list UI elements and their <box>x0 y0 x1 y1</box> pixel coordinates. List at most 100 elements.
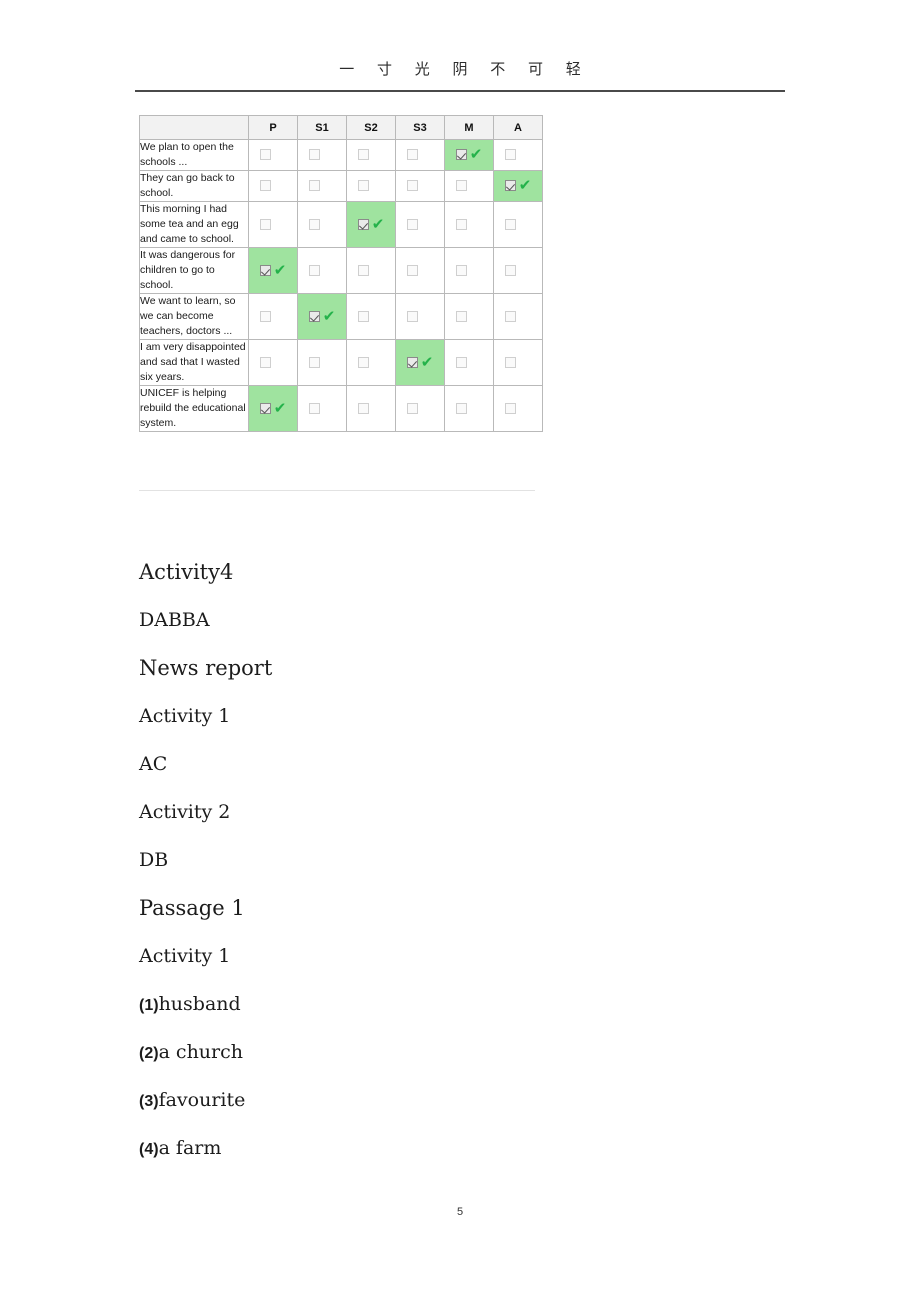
answer-cell-s1[interactable]: ✔ <box>297 385 347 432</box>
answer-cell-s1[interactable]: ✔ <box>297 139 347 171</box>
answer-cell-m[interactable]: ✔ <box>444 293 494 340</box>
answer-matrix-table: P S1 S2 S3 M A We plan to open the schoo… <box>139 115 543 432</box>
answer-word: a church <box>158 1041 244 1063</box>
checkbox-empty-icon[interactable] <box>455 356 467 368</box>
table-row: They can go back to school.✔✔✔✔✔✔ <box>139 170 543 202</box>
answer-line: DABBA <box>139 609 210 631</box>
answer-cell-p[interactable]: ✔ <box>248 139 298 171</box>
answer-cell-s2[interactable]: ✔ <box>346 385 396 432</box>
checkbox-empty-icon[interactable] <box>259 180 271 192</box>
answer-cell-a[interactable]: ✔ <box>493 339 543 386</box>
checkbox-empty-icon[interactable] <box>357 180 369 192</box>
answer-cell-s3[interactable]: ✔ <box>395 170 445 202</box>
checkbox-empty-icon[interactable] <box>455 180 467 192</box>
checkbox-empty-icon[interactable] <box>259 218 271 230</box>
answer-cell-p[interactable]: ✔ <box>248 293 298 340</box>
checkbox-empty-icon[interactable] <box>259 149 271 161</box>
answer-cell-m[interactable]: ✔ <box>444 247 494 294</box>
checkbox-empty-icon[interactable] <box>455 264 467 276</box>
checkbox-empty-icon[interactable] <box>504 356 516 368</box>
answer-cell-m[interactable]: ✔ <box>444 201 494 248</box>
numbered-answer-item: (2)a church <box>139 1028 799 1076</box>
checkbox-empty-icon[interactable] <box>259 356 271 368</box>
checkbox-checked-icon[interactable] <box>504 180 516 192</box>
answer-cell-a[interactable]: ✔ <box>493 385 543 432</box>
answer-cell-a[interactable]: ✔ <box>493 201 543 248</box>
answer-cell-m[interactable]: ✔ <box>444 170 494 202</box>
answer-cell-s1[interactable]: ✔ <box>297 201 347 248</box>
answer-cell-p[interactable]: ✔ <box>248 339 298 386</box>
answer-cell-s2[interactable]: ✔ <box>346 339 396 386</box>
answer-key-list: Activity4 DABBA News report Activity 1 AC Act… <box>139 548 799 1172</box>
checkbox-empty-icon[interactable] <box>357 149 369 161</box>
answer-cell-s2[interactable]: ✔ <box>346 201 396 248</box>
checkbox-checked-icon[interactable] <box>357 218 369 230</box>
answer-cell-s2[interactable]: ✔ <box>346 139 396 171</box>
checkbox-empty-icon[interactable] <box>504 218 516 230</box>
page-number: 5 <box>456 1206 464 1218</box>
answer-cell-s2[interactable]: ✔ <box>346 170 396 202</box>
checkbox-empty-icon[interactable] <box>406 264 418 276</box>
checkbox-checked-icon[interactable] <box>455 149 467 161</box>
header-title: 一 寸 光 阴 不 可 轻 <box>339 60 590 78</box>
answer-cell-s3[interactable]: ✔ <box>395 385 445 432</box>
checkbox-empty-icon[interactable] <box>308 218 320 230</box>
answer-cell-m[interactable]: ✔ <box>444 385 494 432</box>
answer-cell-s1[interactable]: ✔ <box>297 339 347 386</box>
checkbox-empty-icon[interactable] <box>308 402 320 414</box>
answer-cell-s1[interactable]: ✔ <box>297 247 347 294</box>
checkbox-empty-icon[interactable] <box>357 402 369 414</box>
answer-cell-p[interactable]: ✔ <box>248 385 298 432</box>
checkbox-empty-icon[interactable] <box>357 264 369 276</box>
answer-cell-p[interactable]: ✔ <box>248 170 298 202</box>
checkbox-checked-icon[interactable] <box>259 264 271 276</box>
answer-cell-s2[interactable]: ✔ <box>346 293 396 340</box>
checkbox-empty-icon[interactable] <box>406 402 418 414</box>
checkbox-empty-icon[interactable] <box>455 402 467 414</box>
checkbox-empty-icon[interactable] <box>357 356 369 368</box>
checkbox-empty-icon[interactable] <box>308 180 320 192</box>
answer-cell-s3[interactable]: ✔ <box>395 139 445 171</box>
checkbox-empty-icon[interactable] <box>259 310 271 322</box>
answer-cell-s2[interactable]: ✔ <box>346 247 396 294</box>
checkbox-empty-icon[interactable] <box>504 310 516 322</box>
checkbox-empty-icon[interactable] <box>308 264 320 276</box>
checkbox-empty-icon[interactable] <box>308 149 320 161</box>
checkbox-empty-icon[interactable] <box>504 402 516 414</box>
column-header-s1: S1 <box>297 115 347 140</box>
checkbox-empty-icon[interactable] <box>406 310 418 322</box>
answer-lines-group: Activity4 DABBA News report Activity 1 AC Act… <box>139 548 799 980</box>
answer-cell-a[interactable]: ✔ <box>493 293 543 340</box>
answer-cell-s3[interactable]: ✔ <box>395 201 445 248</box>
answer-line: Activity 2 <box>139 801 231 823</box>
answer-cell-s1[interactable]: ✔ <box>297 293 347 340</box>
checkbox-empty-icon[interactable] <box>504 149 516 161</box>
answer-cell-a[interactable]: ✔ <box>493 170 543 202</box>
answer-cell-p[interactable]: ✔ <box>248 201 298 248</box>
row-statement: UNICEF is helping rebuild the educationa… <box>139 385 249 432</box>
checkbox-checked-icon[interactable] <box>308 310 320 322</box>
checkbox-empty-icon[interactable] <box>406 180 418 192</box>
check-mark-icon: ✔ <box>518 176 532 195</box>
check-mark-icon: ✔ <box>469 145 483 164</box>
checkbox-empty-icon[interactable] <box>406 149 418 161</box>
answer-cell-a[interactable]: ✔ <box>493 139 543 171</box>
answer-cell-a[interactable]: ✔ <box>493 247 543 294</box>
checkbox-empty-icon[interactable] <box>308 356 320 368</box>
answer-cell-m[interactable]: ✔ <box>444 139 494 171</box>
answer-cell-p[interactable]: ✔ <box>248 247 298 294</box>
checkbox-empty-icon[interactable] <box>504 264 516 276</box>
answer-cell-s3[interactable]: ✔ <box>395 293 445 340</box>
checkbox-checked-icon[interactable] <box>259 402 271 414</box>
checkbox-empty-icon[interactable] <box>357 310 369 322</box>
answer-cell-s3[interactable]: ✔ <box>395 339 445 386</box>
answer-cell-s1[interactable]: ✔ <box>297 170 347 202</box>
answer-cell-m[interactable]: ✔ <box>444 339 494 386</box>
checkbox-empty-icon[interactable] <box>406 218 418 230</box>
answer-cell-s3[interactable]: ✔ <box>395 247 445 294</box>
checkbox-empty-icon[interactable] <box>455 218 467 230</box>
check-mark-icon: ✔ <box>322 306 336 325</box>
checkbox-checked-icon[interactable] <box>406 356 418 368</box>
answer-number: (1) <box>139 997 159 1014</box>
checkbox-empty-icon[interactable] <box>455 310 467 322</box>
